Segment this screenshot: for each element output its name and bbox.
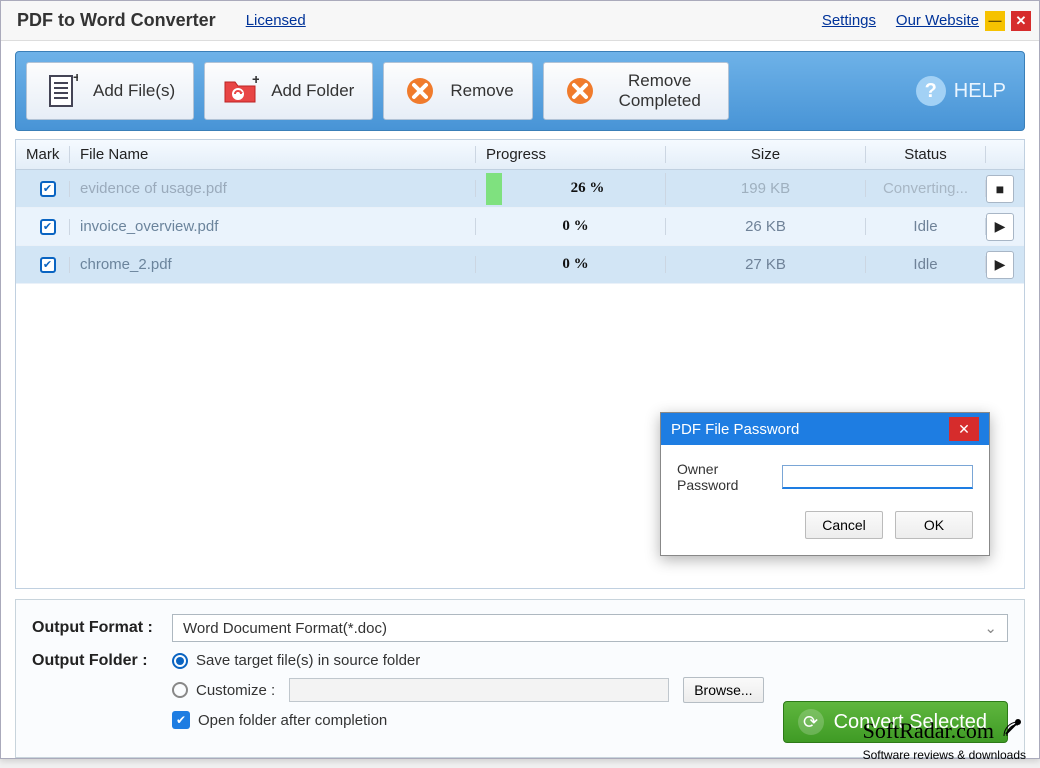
column-mark[interactable]: Mark bbox=[16, 146, 70, 163]
row-checkbox[interactable] bbox=[40, 219, 56, 235]
output-folder-label: Output Folder : bbox=[32, 652, 172, 670]
file-name: chrome_2.pdf bbox=[70, 256, 476, 273]
file-size: 199 KB bbox=[666, 180, 866, 197]
convert-icon: ⟳ bbox=[798, 709, 824, 735]
app-title: PDF to Word Converter bbox=[9, 10, 216, 31]
radio-source-folder[interactable] bbox=[172, 653, 188, 669]
titlebar: PDF to Word Converter Licensed Settings … bbox=[1, 1, 1039, 41]
play-button[interactable]: ▶ bbox=[986, 251, 1014, 279]
close-button[interactable]: ✕ bbox=[1011, 11, 1031, 31]
output-panel: Output Format : Word Document Format(*.d… bbox=[15, 599, 1025, 758]
output-format-select[interactable]: Word Document Format(*.doc) ⌄ bbox=[172, 614, 1008, 642]
remove-completed-label: Remove Completed bbox=[610, 71, 710, 112]
progress-text: 26 % bbox=[571, 180, 605, 197]
row-checkbox[interactable] bbox=[40, 257, 56, 273]
add-files-label: Add File(s) bbox=[93, 81, 175, 101]
table-row[interactable]: chrome_2.pdf 0 % 27 KBIdle ▶ bbox=[16, 246, 1024, 284]
document-plus-icon: + bbox=[45, 73, 81, 109]
radio-customize-label: Customize : bbox=[196, 682, 275, 699]
dialog-titlebar: PDF File Password ✕ bbox=[661, 413, 989, 445]
main-window: PDF to Word Converter Licensed Settings … bbox=[0, 0, 1040, 759]
toolbar: + Add File(s) + Add Folder Remove Remove… bbox=[15, 51, 1025, 131]
table-row[interactable]: evidence of usage.pdf 26 % 199 KBConvertin… bbox=[16, 170, 1024, 208]
play-icon: ▶ bbox=[995, 218, 1006, 235]
remove-completed-button[interactable]: Remove Completed bbox=[543, 62, 729, 120]
file-status: Idle bbox=[866, 218, 986, 235]
progress-text: 0 % bbox=[562, 256, 588, 273]
help-icon: ? bbox=[916, 76, 946, 106]
dialog-ok-button[interactable]: OK bbox=[895, 511, 973, 539]
progress-bar bbox=[486, 173, 502, 205]
remove-completed-icon bbox=[562, 73, 598, 109]
browse-button[interactable]: Browse... bbox=[683, 677, 763, 703]
file-size: 26 KB bbox=[666, 218, 866, 235]
minimize-button[interactable]: — bbox=[985, 11, 1005, 31]
svg-text:+: + bbox=[73, 74, 78, 85]
progress-text: 0 % bbox=[562, 218, 588, 235]
stop-icon: ■ bbox=[996, 181, 1004, 197]
licensed-link[interactable]: Licensed bbox=[246, 12, 306, 29]
play-button[interactable]: ▶ bbox=[986, 213, 1014, 241]
row-checkbox[interactable] bbox=[40, 181, 56, 197]
website-link[interactable]: Our Website bbox=[896, 12, 979, 29]
column-filename[interactable]: File Name bbox=[70, 146, 476, 163]
add-folder-label: Add Folder bbox=[271, 81, 354, 101]
convert-selected-button[interactable]: ⟳ Convert Selected bbox=[783, 701, 1008, 743]
play-icon: ▶ bbox=[995, 256, 1006, 273]
open-folder-label: Open folder after completion bbox=[198, 712, 387, 729]
folder-plus-icon: + bbox=[223, 73, 259, 109]
convert-label: Convert Selected bbox=[834, 711, 987, 734]
password-dialog: PDF File Password ✕ Owner Password Cance… bbox=[660, 412, 990, 556]
dialog-title: PDF File Password bbox=[671, 421, 799, 438]
file-name: evidence of usage.pdf bbox=[70, 180, 476, 197]
file-name: invoice_overview.pdf bbox=[70, 218, 476, 235]
table-header: Mark File Name Progress Size Status bbox=[16, 140, 1024, 170]
stop-button[interactable]: ■ bbox=[986, 175, 1014, 203]
open-folder-checkbox[interactable]: ✔ bbox=[172, 711, 190, 729]
svg-text:+: + bbox=[252, 76, 259, 87]
column-size[interactable]: Size bbox=[666, 146, 866, 163]
column-status[interactable]: Status bbox=[866, 146, 986, 163]
add-folder-button[interactable]: + Add Folder bbox=[204, 62, 373, 120]
settings-link[interactable]: Settings bbox=[822, 12, 876, 29]
file-size: 27 KB bbox=[666, 256, 866, 273]
owner-password-input[interactable] bbox=[782, 465, 973, 489]
output-format-label: Output Format : bbox=[32, 619, 172, 637]
file-status: Converting... bbox=[866, 180, 986, 197]
remove-icon bbox=[402, 73, 438, 109]
output-format-value: Word Document Format(*.doc) bbox=[183, 620, 387, 637]
owner-password-label: Owner Password bbox=[677, 461, 770, 493]
remove-label: Remove bbox=[450, 81, 513, 101]
radio-customize[interactable] bbox=[172, 682, 188, 698]
chevron-down-icon: ⌄ bbox=[984, 619, 997, 637]
customize-path-input[interactable] bbox=[289, 678, 669, 702]
remove-button[interactable]: Remove bbox=[383, 62, 532, 120]
file-status: Idle bbox=[866, 256, 986, 273]
dialog-cancel-button[interactable]: Cancel bbox=[805, 511, 883, 539]
column-progress[interactable]: Progress bbox=[476, 146, 666, 163]
help-button[interactable]: ? HELP bbox=[916, 76, 1014, 106]
table-row[interactable]: invoice_overview.pdf 0 % 26 KBIdle ▶ bbox=[16, 208, 1024, 246]
help-label: HELP bbox=[954, 80, 1006, 103]
radio-source-label: Save target file(s) in source folder bbox=[196, 652, 420, 669]
dialog-close-button[interactable]: ✕ bbox=[949, 417, 979, 441]
add-files-button[interactable]: + Add File(s) bbox=[26, 62, 194, 120]
